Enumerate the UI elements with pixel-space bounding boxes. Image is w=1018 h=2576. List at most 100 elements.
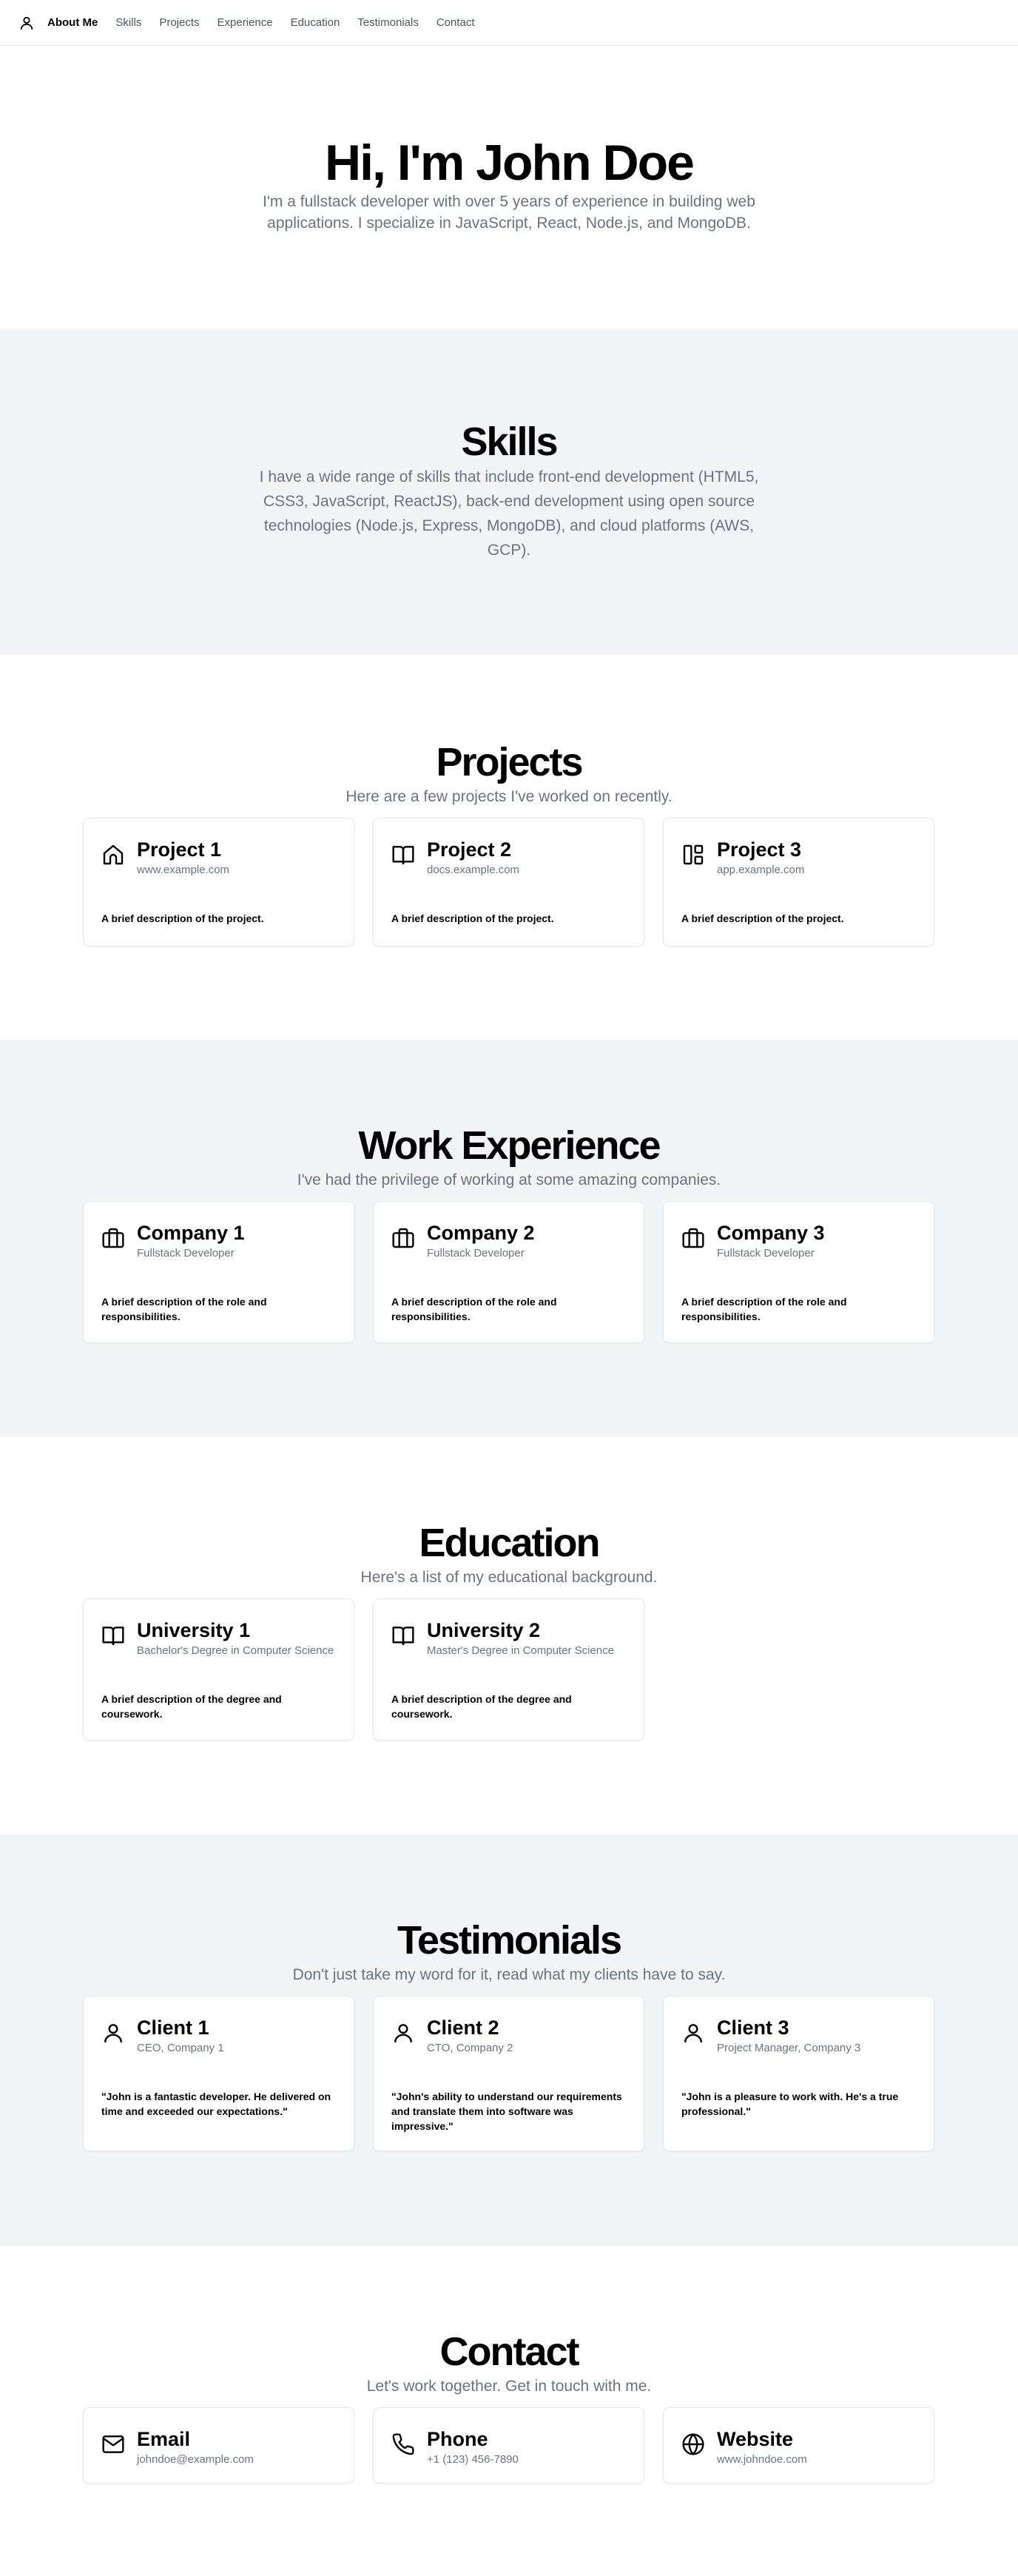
hero-description: I'm a fullstack developer with over 5 ye… <box>263 193 755 232</box>
project-description: A brief description of the project. <box>681 912 844 924</box>
projects-subtitle: Here are a few projects I've worked on r… <box>345 788 673 805</box>
client-name: Client 3 <box>717 2017 789 2039</box>
nav-link-about-me[interactable]: About Me <box>47 16 98 29</box>
degree-name: Bachelor's Degree in Computer Science <box>137 1644 334 1657</box>
testimonial-card: Client 3 Project Manager, Company 3 "Joh… <box>663 1996 934 2151</box>
project-card[interactable]: Project 1 www.example.com A brief descri… <box>83 818 354 946</box>
contact-cards: Email johndoe@example.com Phone +1 (123)… <box>83 2407 934 2483</box>
company-role: Fullstack Developer <box>717 1247 815 1260</box>
nav-link-skills[interactable]: Skills <box>115 16 141 29</box>
nav-link-testimonials[interactable]: Testimonials <box>357 16 419 29</box>
project-card[interactable]: Project 2 docs.example.com A brief descr… <box>373 818 644 946</box>
degree-name: Master's Degree in Computer Science <box>427 1644 614 1657</box>
hero-section: Hi, I'm John Doe I'm a fullstack develop… <box>0 46 1018 329</box>
company-title: Company 3 <box>717 1222 825 1244</box>
testimonial-quote: "John is a pleasure to work with. He's a… <box>681 2091 899 2117</box>
testimonials-cards: Client 1 CEO, Company 1 "John is a fanta… <box>83 1996 934 2151</box>
experience-description: A brief description of the role and resp… <box>101 1296 267 1322</box>
testimonial-card: Client 1 CEO, Company 1 "John is a fanta… <box>83 1996 354 2151</box>
testimonial-card: Client 2 CTO, Company 2 "John's ability … <box>373 1996 644 2151</box>
briefcase-icon <box>101 1226 125 1250</box>
project-title: Project 1 <box>137 838 222 861</box>
book-open-icon <box>391 1624 415 1647</box>
contact-section: Contact Let's work together. Get in touc… <box>0 2246 1018 2552</box>
education-title: Education <box>419 1521 600 1565</box>
company-role: Fullstack Developer <box>137 1247 235 1260</box>
experience-card: Company 3 Fullstack Developer A brief de… <box>663 1201 934 1343</box>
user-icon <box>101 2021 125 2045</box>
skills-description: I have a wide range of skills that inclu… <box>259 468 759 559</box>
education-card: University 1 Bachelor's Degree in Comput… <box>83 1598 354 1741</box>
contact-email-card[interactable]: Email johndoe@example.com <box>83 2407 354 2483</box>
book-open-icon <box>391 843 415 867</box>
user-icon <box>681 2021 705 2045</box>
project-url[interactable]: docs.example.com <box>427 864 519 876</box>
experience-card: Company 2 Fullstack Developer A brief de… <box>373 1201 644 1343</box>
contact-label: Website <box>717 2428 794 2450</box>
project-card[interactable]: Project 3 app.example.com A brief descri… <box>663 818 934 946</box>
project-title: Project 2 <box>427 838 512 861</box>
project-description: A brief description of the project. <box>101 912 264 924</box>
user-icon <box>391 2021 415 2045</box>
contact-phone-card[interactable]: Phone +1 (123) 456-7890 <box>373 2407 644 2483</box>
experience-title: Work Experience <box>358 1123 661 1168</box>
experience-section: Work Experience I've had the privilege o… <box>0 1040 1018 1437</box>
project-title: Project 3 <box>717 838 802 861</box>
skills-title: Skills <box>461 420 558 464</box>
education-subtitle: Here's a list of my educational backgrou… <box>360 1569 658 1586</box>
project-description: A brief description of the project. <box>391 912 554 924</box>
company-title: Company 2 <box>427 1222 535 1244</box>
projects-title: Projects <box>436 740 583 784</box>
contact-label: Email <box>137 2428 191 2450</box>
client-name: Client 1 <box>137 2017 209 2039</box>
phone-icon <box>391 2432 415 2456</box>
education-description: A brief description of the degree and co… <box>391 1693 572 1720</box>
contact-value[interactable]: www.johndoe.com <box>717 2453 807 2466</box>
testimonials-section: Testimonials Don't just take my word for… <box>0 1835 1018 2246</box>
education-description: A brief description of the degree and co… <box>101 1693 282 1720</box>
testimonials-subtitle: Don't just take my word for it, read wha… <box>292 1966 726 1983</box>
contact-website-card[interactable]: Website www.johndoe.com <box>663 2407 934 2483</box>
projects-cards: Project 1 www.example.com A brief descri… <box>83 818 934 946</box>
briefcase-icon <box>391 1226 415 1250</box>
nav-link-experience[interactable]: Experience <box>218 16 273 29</box>
layout-icon <box>681 843 705 867</box>
nav-link-education[interactable]: Education <box>291 16 340 29</box>
experience-card: Company 1 Fullstack Developer A brief de… <box>83 1201 354 1343</box>
nav-link-projects[interactable]: Projects <box>159 16 199 29</box>
nav-link-contact[interactable]: Contact <box>436 16 475 29</box>
testimonials-title: Testimonials <box>397 1918 622 1963</box>
experience-subtitle: I've had the privilege of working at som… <box>297 1171 721 1188</box>
university-title: University 1 <box>137 1619 251 1641</box>
briefcase-icon <box>681 1226 705 1250</box>
contact-value[interactable]: johndoe@example.com <box>137 2453 254 2466</box>
contact-label: Phone <box>427 2428 488 2450</box>
university-title: University 2 <box>427 1619 541 1641</box>
experience-description: A brief description of the role and resp… <box>681 1296 847 1322</box>
skills-section: Skills I have a wide range of skills tha… <box>0 329 1018 655</box>
client-role: CEO, Company 1 <box>137 2042 224 2054</box>
company-role: Fullstack Developer <box>427 1247 525 1260</box>
contact-subtitle: Let's work together. Get in touch with m… <box>366 2378 652 2395</box>
book-open-icon <box>101 1624 125 1647</box>
project-url[interactable]: www.example.com <box>137 864 229 876</box>
top-nav: About Me Skills Projects Experience Educ… <box>0 0 1018 46</box>
experience-cards: Company 1 Fullstack Developer A brief de… <box>83 1201 934 1343</box>
project-url[interactable]: app.example.com <box>717 864 804 876</box>
contact-value[interactable]: +1 (123) 456-7890 <box>427 2453 519 2466</box>
education-cards: University 1 Bachelor's Degree in Comput… <box>83 1598 644 1741</box>
home-icon <box>101 843 125 867</box>
client-role: Project Manager, Company 3 <box>717 2042 861 2054</box>
hero-title: Hi, I'm John Doe <box>325 135 695 191</box>
projects-section: Projects Here are a few projects I've wo… <box>0 655 1018 1040</box>
experience-description: A brief description of the role and resp… <box>391 1296 557 1322</box>
mail-icon <box>101 2432 125 2456</box>
globe-icon <box>681 2432 705 2456</box>
company-title: Company 1 <box>137 1222 245 1244</box>
testimonial-quote: "John's ability to understand our requir… <box>391 2091 622 2132</box>
contact-title: Contact <box>439 2330 580 2374</box>
client-name: Client 2 <box>427 2017 499 2039</box>
user-icon[interactable] <box>18 14 36 32</box>
client-role: CTO, Company 2 <box>427 2042 513 2054</box>
testimonial-quote: "John is a fantastic developer. He deliv… <box>101 2091 331 2117</box>
